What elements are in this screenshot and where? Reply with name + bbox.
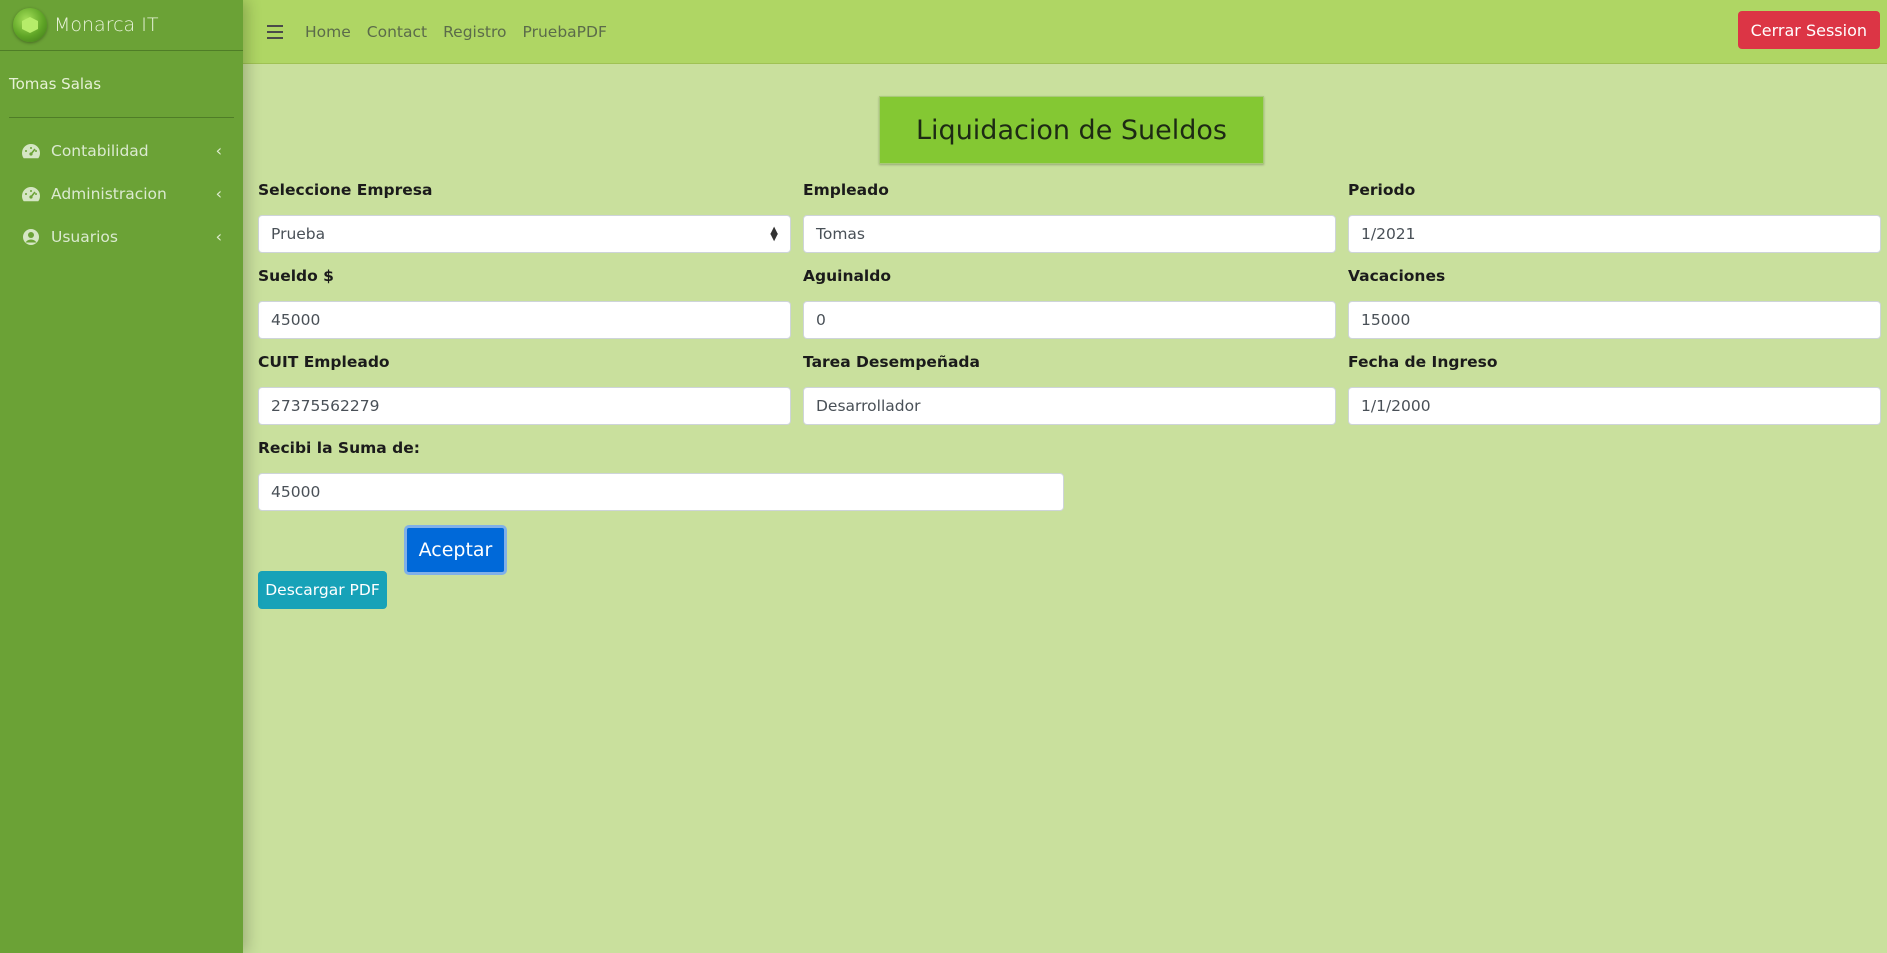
cuit-label: CUIT Empleado: [258, 353, 390, 371]
tachometer-icon: [21, 141, 41, 161]
empleado-label: Empleado: [803, 181, 889, 199]
download-pdf-button[interactable]: Descargar PDF: [258, 571, 387, 609]
periodo-input[interactable]: 1/2021: [1348, 215, 1881, 253]
sueldo-label: Sueldo $: [258, 267, 334, 285]
select-arrows-icon: ▲ ▼: [770, 225, 778, 243]
sidebar-item-label: Administracion: [51, 184, 167, 203]
sidebar-item-administracion[interactable]: Administracion ‹: [9, 175, 234, 212]
menu-toggle-icon[interactable]: [267, 24, 283, 39]
sueldo-input[interactable]: 45000: [258, 301, 791, 339]
periodo-field: Periodo 1/2021: [1348, 181, 1881, 253]
periodo-label: Periodo: [1348, 181, 1416, 199]
tachometer-icon: [21, 184, 41, 204]
suma-input[interactable]: 45000: [258, 473, 1064, 511]
page-title: Liquidacion de Sueldos: [879, 96, 1264, 164]
sidebar-item-label: Usuarios: [51, 227, 118, 246]
sidebar-item-usuarios[interactable]: Usuarios ‹: [9, 218, 234, 255]
empresa-value: Prueba: [271, 225, 326, 243]
chevron-left-icon: ‹: [215, 184, 222, 203]
sidebar-item-contabilidad[interactable]: Contabilidad ‹: [9, 132, 234, 169]
chevron-left-icon: ‹: [215, 141, 222, 160]
sidebar-nav: Contabilidad ‹ Administracion ‹ Usuarios…: [0, 132, 243, 255]
main-content: Liquidacion de Sueldos Seleccione Empres…: [258, 63, 1887, 953]
empleado-field: Empleado Tomas: [803, 181, 1336, 253]
fecha-ingreso-label: Fecha de Ingreso: [1348, 353, 1498, 371]
fecha-ingreso-input[interactable]: 1/1/2000: [1348, 387, 1881, 425]
user-panel: Tomas Salas: [9, 51, 234, 118]
empleado-input[interactable]: Tomas: [803, 215, 1336, 253]
chevron-left-icon: ‹: [215, 227, 222, 246]
tarea-input[interactable]: Desarrollador: [803, 387, 1336, 425]
vacaciones-label: Vacaciones: [1348, 267, 1446, 285]
user-name[interactable]: Tomas Salas: [9, 75, 101, 93]
sidebar-item-label: Contabilidad: [51, 141, 149, 160]
aguinaldo-field: Aguinaldo 0: [803, 267, 1336, 339]
brand-name: Monarca IT: [54, 14, 159, 36]
nav-link-registro[interactable]: Registro: [435, 23, 514, 41]
cuit-field: CUIT Empleado 27375562279: [258, 353, 791, 425]
nav-link-pruebapdf[interactable]: PruebaPDF: [515, 23, 615, 41]
user-circle-icon: [21, 227, 41, 247]
sidebar: Monarca IT Tomas Salas Contabilidad ‹ Ad…: [0, 0, 243, 953]
tarea-field: Tarea Desempeñada Desarrollador: [803, 353, 1336, 425]
fecha-ingreso-field: Fecha de Ingreso 1/1/2000: [1348, 353, 1881, 425]
vacaciones-input[interactable]: 15000: [1348, 301, 1881, 339]
nav-link-contact[interactable]: Contact: [359, 23, 435, 41]
vacaciones-field: Vacaciones 15000: [1348, 267, 1881, 339]
top-navbar: Home Contact Registro PruebaPDF Cerrar S…: [243, 0, 1887, 64]
logout-button[interactable]: Cerrar Session: [1737, 11, 1880, 49]
suma-label: Recibi la Suma de:: [258, 439, 420, 457]
suma-field: Recibi la Suma de: 45000: [258, 439, 1064, 511]
aguinaldo-label: Aguinaldo: [803, 267, 891, 285]
empresa-select[interactable]: Prueba ▲ ▼: [258, 215, 791, 253]
accept-button[interactable]: Aceptar: [404, 525, 507, 575]
empresa-label: Seleccione Empresa: [258, 181, 433, 199]
nav-link-home[interactable]: Home: [297, 23, 359, 41]
tarea-label: Tarea Desempeñada: [803, 353, 980, 371]
brand-link[interactable]: Monarca IT: [0, 0, 243, 51]
aguinaldo-input[interactable]: 0: [803, 301, 1336, 339]
top-nav-links: Home Contact Registro PruebaPDF: [297, 23, 615, 41]
empresa-field: Seleccione Empresa Prueba ▲ ▼: [258, 181, 791, 253]
cuit-input[interactable]: 27375562279: [258, 387, 791, 425]
sueldo-field: Sueldo $ 45000: [258, 267, 791, 339]
brand-logo-icon: [13, 8, 47, 42]
